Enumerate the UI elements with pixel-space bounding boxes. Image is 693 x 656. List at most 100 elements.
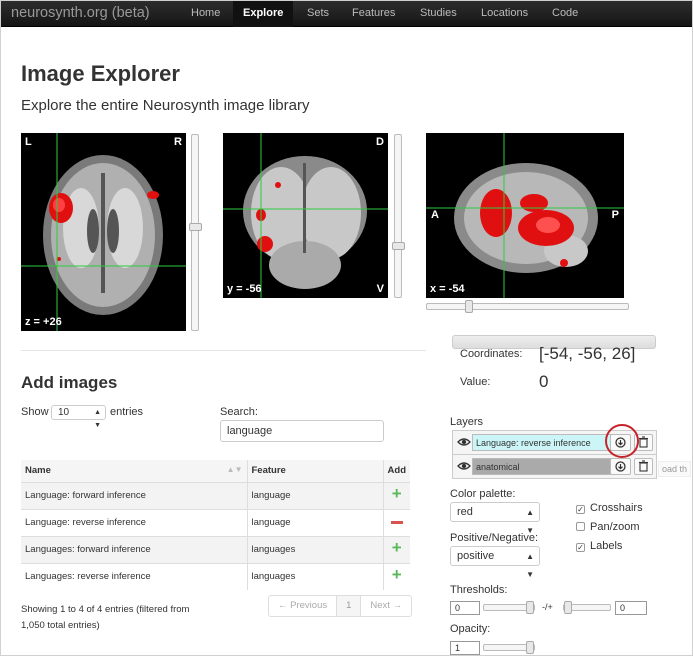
brand-link[interactable]: neurosynth.org (beta) bbox=[11, 5, 150, 21]
trash-icon bbox=[639, 460, 648, 472]
opacity-input[interactable]: 1 bbox=[450, 641, 480, 655]
sagittal-view[interactable]: A P x = -54 bbox=[426, 133, 624, 298]
threshold-negative-slider[interactable] bbox=[483, 601, 535, 614]
download-button[interactable] bbox=[610, 458, 631, 475]
sagittal-right-label: P bbox=[611, 209, 619, 221]
sagittal-slice-slider[interactable] bbox=[426, 300, 629, 313]
previous-button[interactable]: ← Previous bbox=[269, 596, 336, 616]
layer-name[interactable]: anatomical bbox=[472, 458, 628, 475]
eye-icon[interactable] bbox=[457, 435, 471, 449]
table-info: Showing 1 to 4 of 4 entries (filtered fr… bbox=[21, 604, 190, 631]
value-label: Value: bbox=[460, 376, 491, 388]
crosshairs-label: Crosshairs bbox=[590, 502, 643, 514]
section-divider bbox=[21, 350, 426, 351]
axial-slice-slider[interactable] bbox=[189, 134, 202, 331]
axial-right-label: R bbox=[174, 136, 182, 148]
panzoom-checkbox[interactable]: Pan/zoom bbox=[576, 521, 640, 533]
coordinates-label: Coordinates: bbox=[460, 348, 523, 360]
value-readout: 0 bbox=[539, 372, 549, 391]
add-icon[interactable]: + bbox=[392, 538, 402, 557]
images-table: Name ▲▼ Feature Add Language: forward inf… bbox=[21, 460, 410, 590]
chevron-updown-icon: ▲ ▼ bbox=[526, 552, 534, 579]
axial-coord-label: z = +26 bbox=[25, 316, 62, 328]
table-row: Language: forward inference language + bbox=[21, 481, 410, 509]
nav-explore[interactable]: Explore bbox=[233, 1, 294, 27]
page-frame: neurosynth.org (beta) Home Explore Sets … bbox=[0, 0, 693, 656]
pagination: ← Previous 1 Next → bbox=[268, 595, 413, 617]
entries-label: entries bbox=[110, 406, 144, 418]
row-name: Languages: reverse inference bbox=[21, 562, 247, 590]
slider-handle[interactable] bbox=[526, 641, 534, 654]
tooltip: oad th bbox=[658, 461, 692, 477]
column-header-name[interactable]: Name ▲▼ bbox=[21, 460, 247, 483]
add-images-heading: Add images bbox=[21, 373, 118, 392]
threshold-separator: -/+ bbox=[542, 602, 553, 612]
slider-handle[interactable] bbox=[564, 601, 572, 614]
coronal-brain-image bbox=[223, 133, 388, 298]
nav-home[interactable]: Home bbox=[181, 1, 230, 27]
coronal-view[interactable]: D V y = -56 bbox=[223, 133, 388, 298]
threshold-max-input[interactable]: 0 bbox=[615, 601, 647, 615]
slider-handle[interactable] bbox=[526, 601, 534, 614]
opacity-label: Opacity: bbox=[450, 623, 491, 635]
opacity-slider[interactable] bbox=[483, 641, 535, 654]
eye-icon[interactable] bbox=[457, 459, 471, 473]
next-button[interactable]: Next → bbox=[360, 596, 411, 616]
layer-row-anatomical[interactable]: anatomical bbox=[452, 454, 657, 479]
add-icon[interactable]: + bbox=[392, 565, 402, 584]
labels-label: Labels bbox=[590, 540, 623, 552]
top-navbar: neurosynth.org (beta) Home Explore Sets … bbox=[1, 1, 692, 27]
highlight-circle bbox=[605, 424, 639, 458]
threshold-positive-slider[interactable] bbox=[563, 601, 611, 614]
posneg-select[interactable]: positive ▲ ▼ bbox=[450, 546, 540, 579]
sagittal-coord-label: x = -54 bbox=[430, 283, 465, 295]
remove-icon[interactable] bbox=[390, 520, 403, 524]
threshold-min-input[interactable]: 0 bbox=[450, 601, 480, 615]
row-feature: languages bbox=[246, 562, 384, 590]
checkbox-icon: ✓ bbox=[576, 543, 585, 552]
table-row: Languages: reverse inference languages + bbox=[21, 562, 410, 590]
coronal-slider-handle[interactable] bbox=[392, 242, 405, 250]
column-header-add: Add bbox=[382, 460, 410, 483]
coronal-coord-label: y = -56 bbox=[227, 283, 262, 295]
row-name: Language: forward inference bbox=[21, 481, 247, 509]
posneg-value: positive bbox=[457, 550, 495, 562]
show-label: Show bbox=[21, 406, 49, 418]
download-icon bbox=[615, 461, 626, 472]
search-input[interactable]: language bbox=[220, 420, 384, 442]
checkbox-icon bbox=[576, 522, 585, 531]
page-size-select[interactable]: 10 ▲ ▼ bbox=[51, 405, 106, 429]
nav-studies[interactable]: Studies bbox=[410, 1, 467, 27]
sagittal-left-label: A bbox=[431, 209, 439, 221]
crosshairs-checkbox[interactable]: ✓ Crosshairs bbox=[576, 502, 643, 514]
color-palette-select[interactable]: red ▲ ▼ bbox=[450, 502, 540, 535]
layers-label: Layers bbox=[450, 416, 484, 428]
checkbox-icon: ✓ bbox=[576, 505, 585, 514]
page-1-button[interactable]: 1 bbox=[336, 596, 361, 616]
search-label: Search: bbox=[220, 406, 258, 418]
coronal-bottom-label: V bbox=[376, 283, 384, 295]
nav-sets[interactable]: Sets bbox=[297, 1, 339, 27]
nav-code[interactable]: Code bbox=[542, 1, 588, 27]
color-palette-label: Color palette: bbox=[450, 488, 516, 500]
add-icon[interactable]: + bbox=[392, 484, 402, 503]
coronal-top-label: D bbox=[376, 136, 384, 148]
column-header-feature[interactable]: Feature bbox=[246, 460, 384, 483]
labels-checkbox[interactable]: ✓ Labels bbox=[576, 540, 622, 552]
row-feature: languages bbox=[246, 535, 384, 563]
coordinates-value: [-54, -56, 26] bbox=[539, 344, 636, 363]
sort-icon: ▲▼ bbox=[226, 465, 243, 475]
sagittal-slider-handle[interactable] bbox=[465, 300, 473, 313]
nav-features[interactable]: Features bbox=[342, 1, 405, 27]
axial-left-label: L bbox=[25, 136, 32, 148]
page-size-value: 10 bbox=[58, 407, 70, 418]
table-row: Languages: forward inference languages + bbox=[21, 535, 410, 563]
axial-view[interactable]: L R z = +26 bbox=[21, 133, 186, 331]
delete-layer-button[interactable] bbox=[634, 458, 653, 475]
nav-locations[interactable]: Locations bbox=[471, 1, 538, 27]
panzoom-label: Pan/zoom bbox=[590, 521, 640, 533]
axial-brain-image bbox=[21, 133, 186, 331]
axial-slider-handle[interactable] bbox=[189, 223, 202, 231]
coronal-slice-slider[interactable] bbox=[392, 134, 405, 298]
posneg-label: Positive/Negative: bbox=[450, 532, 539, 544]
